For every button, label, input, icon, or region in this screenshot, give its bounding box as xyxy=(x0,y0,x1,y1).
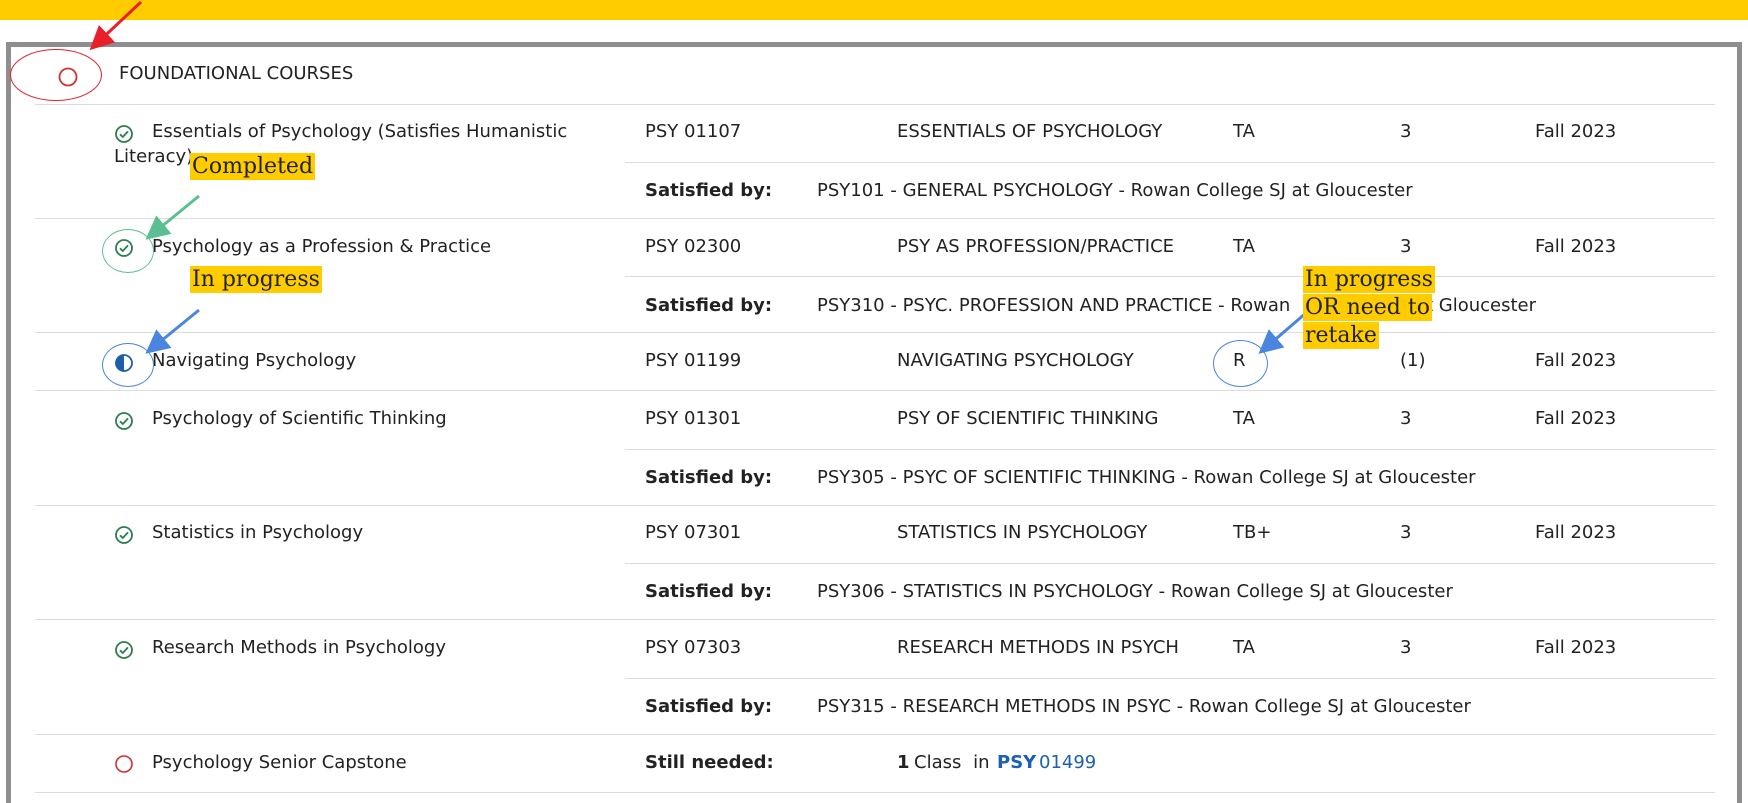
green-arrow xyxy=(145,194,200,240)
blue-arrow xyxy=(1258,311,1307,354)
annotation-in-progress: In progress xyxy=(190,266,322,293)
annotation-retake-line2: OR need to xyxy=(1303,294,1432,321)
annotation-retake-line3: retake xyxy=(1303,322,1379,349)
annotation-retake-line1: In progress xyxy=(1303,266,1435,293)
annotation-completed: Completed xyxy=(190,153,316,180)
blue-arrow xyxy=(145,308,200,354)
annotation-arrows xyxy=(89,0,1307,354)
red-arrow xyxy=(89,0,143,51)
